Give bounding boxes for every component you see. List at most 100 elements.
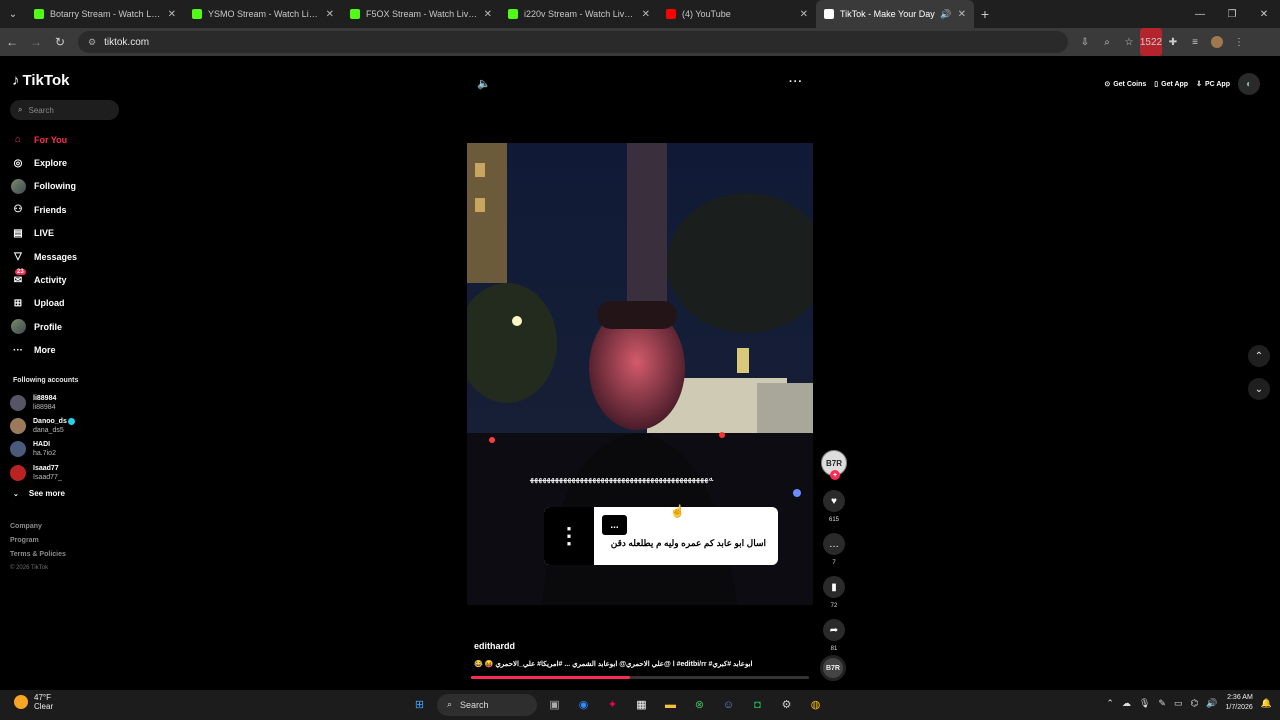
chrome-icon[interactable]: ◍ <box>804 693 827 716</box>
top-action-label: PC App <box>1204 80 1230 88</box>
more-options-icon[interactable]: ··· <box>789 76 803 88</box>
minimize-button[interactable]: — <box>1184 0 1216 28</box>
onedrive-icon[interactable]: ☁ <box>1122 698 1131 709</box>
browser-tab[interactable]: i220v Stream - Watch Live on Kic ✕ <box>500 0 658 28</box>
network-icon[interactable]: ⌬ <box>1190 698 1198 709</box>
footer-link-program[interactable]: Program <box>10 537 66 551</box>
get-coins-button[interactable]: ⊙ Get Coins <box>1104 80 1146 89</box>
tiktok-logo[interactable]: ♪ TikTok <box>12 72 69 89</box>
browser-tab[interactable]: Botarry Stream - Watch Live on K ✕ <box>26 0 184 28</box>
tray-overflow-icon[interactable]: ⌃ <box>1106 698 1114 709</box>
sidebar-item-following[interactable]: Following <box>10 175 130 198</box>
maximize-button[interactable]: ❐ <box>1216 0 1248 28</box>
previous-video-button[interactable]: ⌃ <box>1248 345 1270 367</box>
see-more-button[interactable]: ⌄ See more <box>13 489 65 498</box>
media-controls-icon[interactable]: ≡ <box>1184 28 1206 56</box>
zoom-icon[interactable]: ⌕ <box>1096 28 1118 56</box>
speaker-icon[interactable]: 🔊 <box>1206 698 1217 709</box>
share-icon[interactable]: ➦ <box>823 619 845 641</box>
phone-icon: ▯ <box>1154 81 1159 88</box>
footer-link-terms[interactable]: Terms & Policies <box>10 551 66 565</box>
sidebar-item-activity[interactable]: ✉ 23 Activity <box>10 268 130 291</box>
tab-close-icon[interactable]: ✕ <box>484 9 492 20</box>
tab-close-icon[interactable]: ✕ <box>168 9 176 20</box>
store-icon[interactable]: ▦ <box>630 693 653 716</box>
tab-close-icon[interactable]: ✕ <box>642 9 650 20</box>
sidebar-item-friends[interactable]: ⚇ Friends <box>10 198 130 221</box>
install-app-icon[interactable]: ⇩ <box>1074 28 1096 56</box>
search-input[interactable]: ⌕ Search <box>10 100 119 120</box>
weather-widget[interactable]: 47°F Clear <box>14 693 53 711</box>
account-name: li88984 <box>33 403 56 411</box>
browser-tab[interactable]: YSMO Stream - Watch Live on Ki ✕ <box>184 0 342 28</box>
bookmark-icon[interactable]: ▮ <box>823 576 845 598</box>
app-icon[interactable]: ◘ <box>746 693 769 716</box>
browser-menu-icon[interactable]: ⋮ <box>1228 28 1250 56</box>
xbox-icon[interactable]: ⊗ <box>688 693 711 716</box>
notifications-icon[interactable]: 🔔 <box>1261 698 1272 709</box>
discord-icon[interactable]: ☺ <box>717 693 740 716</box>
music-disc-icon[interactable]: B7R <box>820 655 846 681</box>
browser-tab[interactable]: F5OX Stream - Watch Live on Kic ✕ <box>342 0 500 28</box>
volume-icon[interactable]: 🔈 <box>477 77 491 90</box>
following-account[interactable]: li88984 li88984 <box>10 391 75 414</box>
sidebar-item-label: LIVE <box>34 228 55 239</box>
tab-close-icon[interactable]: ✕ <box>800 9 808 20</box>
sidebar-item-messages[interactable]: ▽ Messages <box>10 245 130 268</box>
sidebar-item-explore[interactable]: ◎ Explore <box>10 151 130 174</box>
taskbar-search[interactable]: ⌕ Search <box>437 693 537 716</box>
close-window-button[interactable]: ✕ <box>1248 0 1280 28</box>
tab-close-icon[interactable]: ✕ <box>326 9 334 20</box>
coin-icon: ⊙ <box>1104 81 1111 88</box>
edge-icon[interactable]: ◉ <box>572 693 595 716</box>
sidebar-item-upload[interactable]: ⊞ Upload <box>10 292 130 315</box>
address-bar[interactable]: ⚙ tiktok.com <box>78 31 1068 53</box>
heart-icon[interactable]: ♥ <box>823 490 845 512</box>
sidebar-item-profile[interactable]: Profile <box>10 315 130 338</box>
copilot-icon[interactable]: ✦ <box>601 693 624 716</box>
new-tab-button[interactable]: + <box>974 6 996 22</box>
user-avatar[interactable]: ◐ <box>1238 73 1260 95</box>
next-video-button[interactable]: ⌄ <box>1248 378 1270 400</box>
bookmark-star-icon[interactable]: ☆ <box>1118 28 1140 56</box>
following-account[interactable]: Danoo_ds dana_ds5 <box>10 414 75 437</box>
video-author[interactable]: edithardd <box>474 641 515 651</box>
share-action[interactable]: ➦ 81 <box>820 619 848 652</box>
like-action[interactable]: ♥ 615 <box>820 490 848 523</box>
settings-icon[interactable]: ⚙ <box>775 693 798 716</box>
tab-audio-icon[interactable]: 🔊 <box>940 9 951 20</box>
site-info-icon[interactable]: ⚙ <box>88 37 96 48</box>
video-progress-bar[interactable] <box>471 676 809 679</box>
file-explorer-icon[interactable]: ▬ <box>659 693 682 716</box>
reload-button[interactable]: ↻ <box>48 28 72 56</box>
browser-tab[interactable]: (4) YouTube ✕ <box>658 0 816 28</box>
tab-close-icon[interactable]: ✕ <box>958 9 966 20</box>
sidebar-item-more[interactable]: ··· More <box>10 339 130 362</box>
microphone-icon[interactable]: 🎙 <box>1139 698 1150 709</box>
pc-app-button[interactable]: ⇩ PC App <box>1196 80 1230 89</box>
save-action[interactable]: ▮ 72 <box>820 576 848 609</box>
creator-avatar[interactable]: B7R + <box>821 450 847 480</box>
sidebar-item-for-you[interactable]: ⌂ For You <box>10 128 130 151</box>
start-icon[interactable]: ⊞ <box>408 693 431 716</box>
sidebar-item-live[interactable]: ▤ LIVE <box>10 222 130 245</box>
clock[interactable]: 2:36 AM 1/7/2026 <box>1226 693 1253 713</box>
browser-tab[interactable]: TikTok - Make Your Day 🔊 ✕ <box>816 0 974 28</box>
back-button[interactable]: ← <box>0 28 24 56</box>
footer-link-company[interactable]: Company <box>10 523 66 537</box>
comment-action[interactable]: … 7 <box>820 533 848 566</box>
extension-badge[interactable]: 1522 <box>1140 28 1162 56</box>
display-icon[interactable]: ▭ <box>1174 698 1183 709</box>
pen-icon[interactable]: ✎ <box>1158 698 1166 709</box>
following-account[interactable]: Isaad77 Isaad77_ <box>10 461 75 484</box>
forward-button[interactable]: → <box>24 28 48 56</box>
task-view-icon[interactable]: ▣ <box>543 693 566 716</box>
get-app-button[interactable]: ▯ Get App <box>1154 80 1188 89</box>
profile-avatar-icon[interactable] <box>1206 28 1228 56</box>
follow-plus-icon[interactable]: + <box>830 470 840 480</box>
comment-icon[interactable]: … <box>823 533 845 555</box>
following-account[interactable]: HADI ha.7io2 <box>10 438 75 461</box>
tab-search-button[interactable]: ⌄ <box>0 0 26 28</box>
extensions-icon[interactable]: ✚ <box>1162 28 1184 56</box>
following-accounts-list: li88984 li88984 Danoo_ds dana_ds5 HADI h… <box>10 391 75 484</box>
